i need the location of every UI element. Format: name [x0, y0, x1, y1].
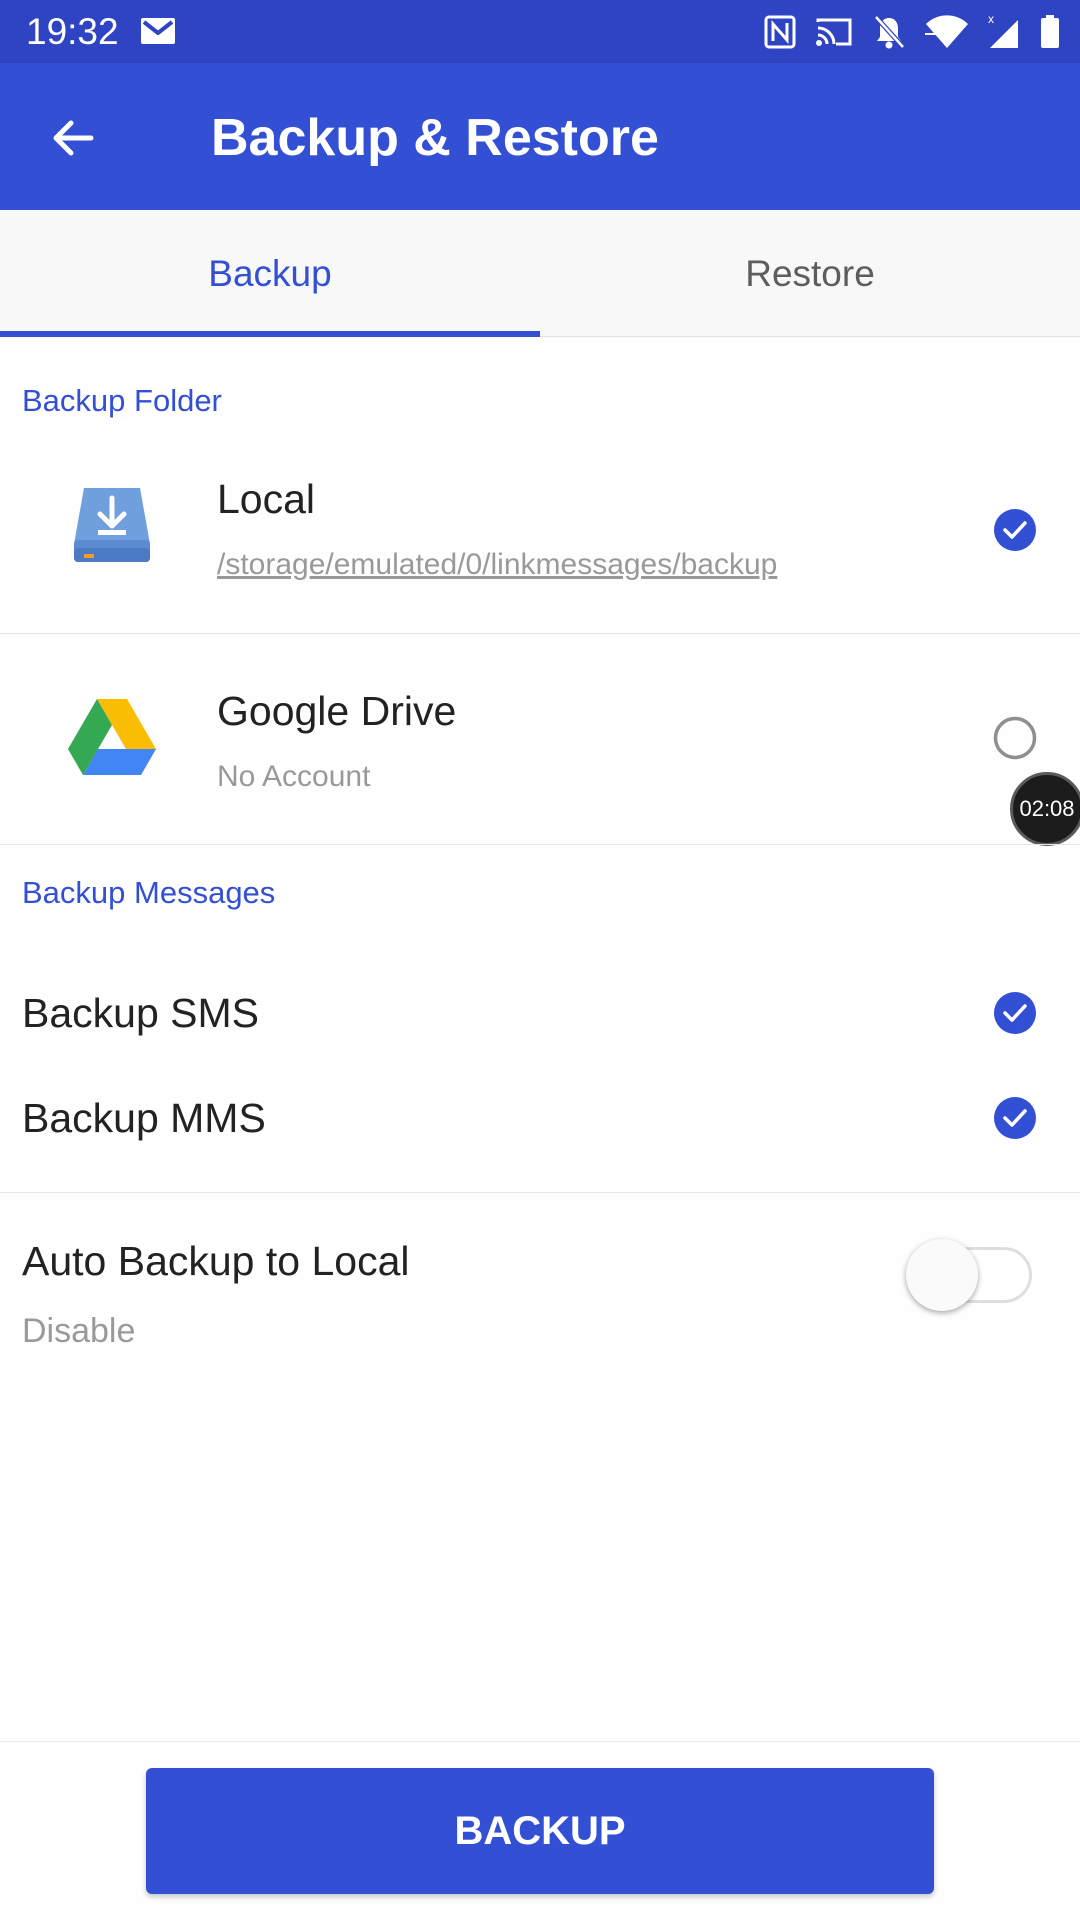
backup-mms-label: Backup MMS	[22, 1095, 266, 1141]
tab-restore-label: Restore	[745, 252, 875, 294]
local-title: Local	[217, 476, 316, 522]
signal-icon: x	[988, 14, 1022, 50]
status-bar: 19:32 x	[0, 0, 1080, 63]
local-path[interactable]: /storage/emulated/0/linkmessages/backup	[217, 548, 777, 582]
back-button[interactable]	[40, 105, 106, 171]
backup-folder-header: Backup Folder	[22, 383, 222, 418]
backup-button[interactable]: BACKUP	[146, 1768, 934, 1894]
checked-circle-icon	[994, 509, 1036, 551]
page-title: Backup & Restore	[211, 109, 659, 167]
divider	[0, 1192, 1080, 1193]
folder-option-local[interactable]: Local /storage/emulated/0/linkmessages/b…	[0, 424, 1080, 634]
checked-circle-icon	[994, 992, 1036, 1034]
tab-backup[interactable]: Backup	[0, 210, 540, 337]
svg-text:x: x	[988, 14, 994, 26]
checked-circle-icon	[994, 1097, 1036, 1139]
google-drive-radio[interactable]	[993, 716, 1037, 760]
toggle-knob	[906, 1239, 978, 1311]
backup-sms-checkbox[interactable]	[993, 991, 1037, 1035]
folder-option-google-drive[interactable]: Google Drive No Account	[0, 634, 1080, 844]
unchecked-circle-icon	[993, 716, 1037, 760]
google-drive-title: Google Drive	[217, 688, 457, 734]
local-radio[interactable]	[993, 508, 1037, 552]
arrow-back-icon	[53, 120, 94, 156]
google-drive-icon	[60, 687, 164, 791]
status-icons: x	[746, 10, 1060, 54]
tab-backup-label: Backup	[208, 252, 332, 294]
tab-restore[interactable]: Restore	[540, 210, 1080, 337]
cast-icon	[814, 16, 854, 48]
notifications-off-icon	[872, 14, 906, 50]
local-storage-icon	[60, 476, 164, 580]
app-bar: Backup & Restore	[0, 63, 1080, 210]
auto-backup-status: Disable	[22, 1312, 136, 1350]
backup-messages-header: Backup Messages	[22, 875, 276, 910]
gmail-icon	[140, 16, 176, 46]
backup-sms-label: Backup SMS	[22, 990, 259, 1036]
backup-mms-checkbox[interactable]	[993, 1096, 1037, 1140]
backup-restore-screen: 19:32 x Backup & Restore Backup Restore …	[0, 0, 1080, 1920]
nfc-icon	[764, 15, 796, 49]
divider	[0, 844, 1080, 845]
timer-badge[interactable]: 02:08	[1010, 772, 1080, 846]
wifi-icon	[924, 14, 970, 50]
tab-bar: Backup Restore	[0, 210, 1080, 337]
tab-indicator	[0, 331, 540, 337]
google-drive-account: No Account	[217, 760, 371, 793]
auto-backup-title: Auto Backup to Local	[22, 1238, 410, 1284]
battery-icon	[1040, 15, 1060, 49]
auto-backup-toggle[interactable]	[906, 1235, 1037, 1315]
status-time: 19:32	[26, 11, 119, 52]
